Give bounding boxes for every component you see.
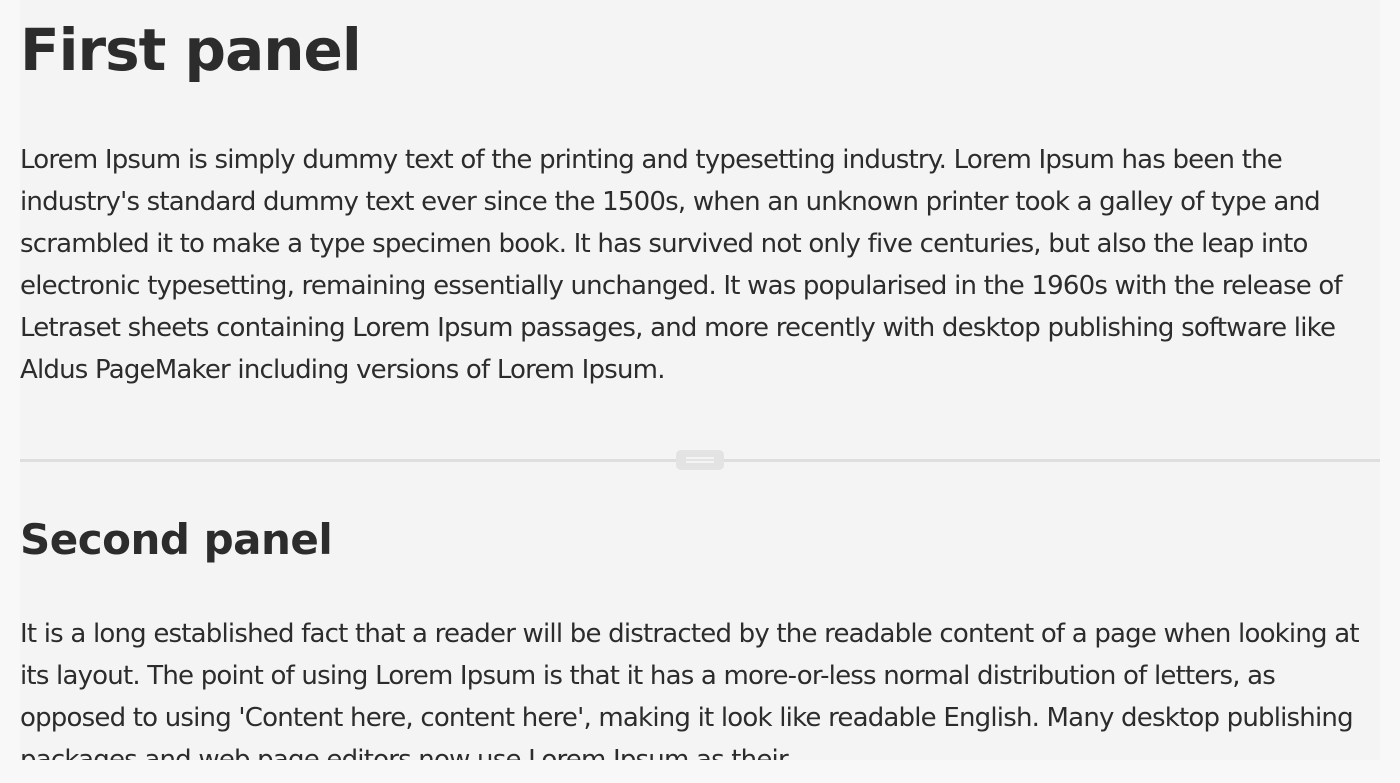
split-view: First panel Lorem Ipsum is simply dummy … [20, 0, 1380, 760]
second-panel-text: It is a long established fact that a rea… [20, 619, 1360, 760]
second-panel-title: Second panel [20, 515, 333, 564]
grip-line-top [686, 457, 714, 459]
first-panel-title: First panel [20, 16, 362, 84]
second-panel: Second panel It is a long established fa… [20, 463, 1380, 760]
first-panel: First panel Lorem Ipsum is simply dummy … [20, 0, 1380, 460]
panel-splitter[interactable] [20, 450, 1380, 470]
first-panel-text: Lorem Ipsum is simply dummy text of the … [20, 145, 1343, 385]
